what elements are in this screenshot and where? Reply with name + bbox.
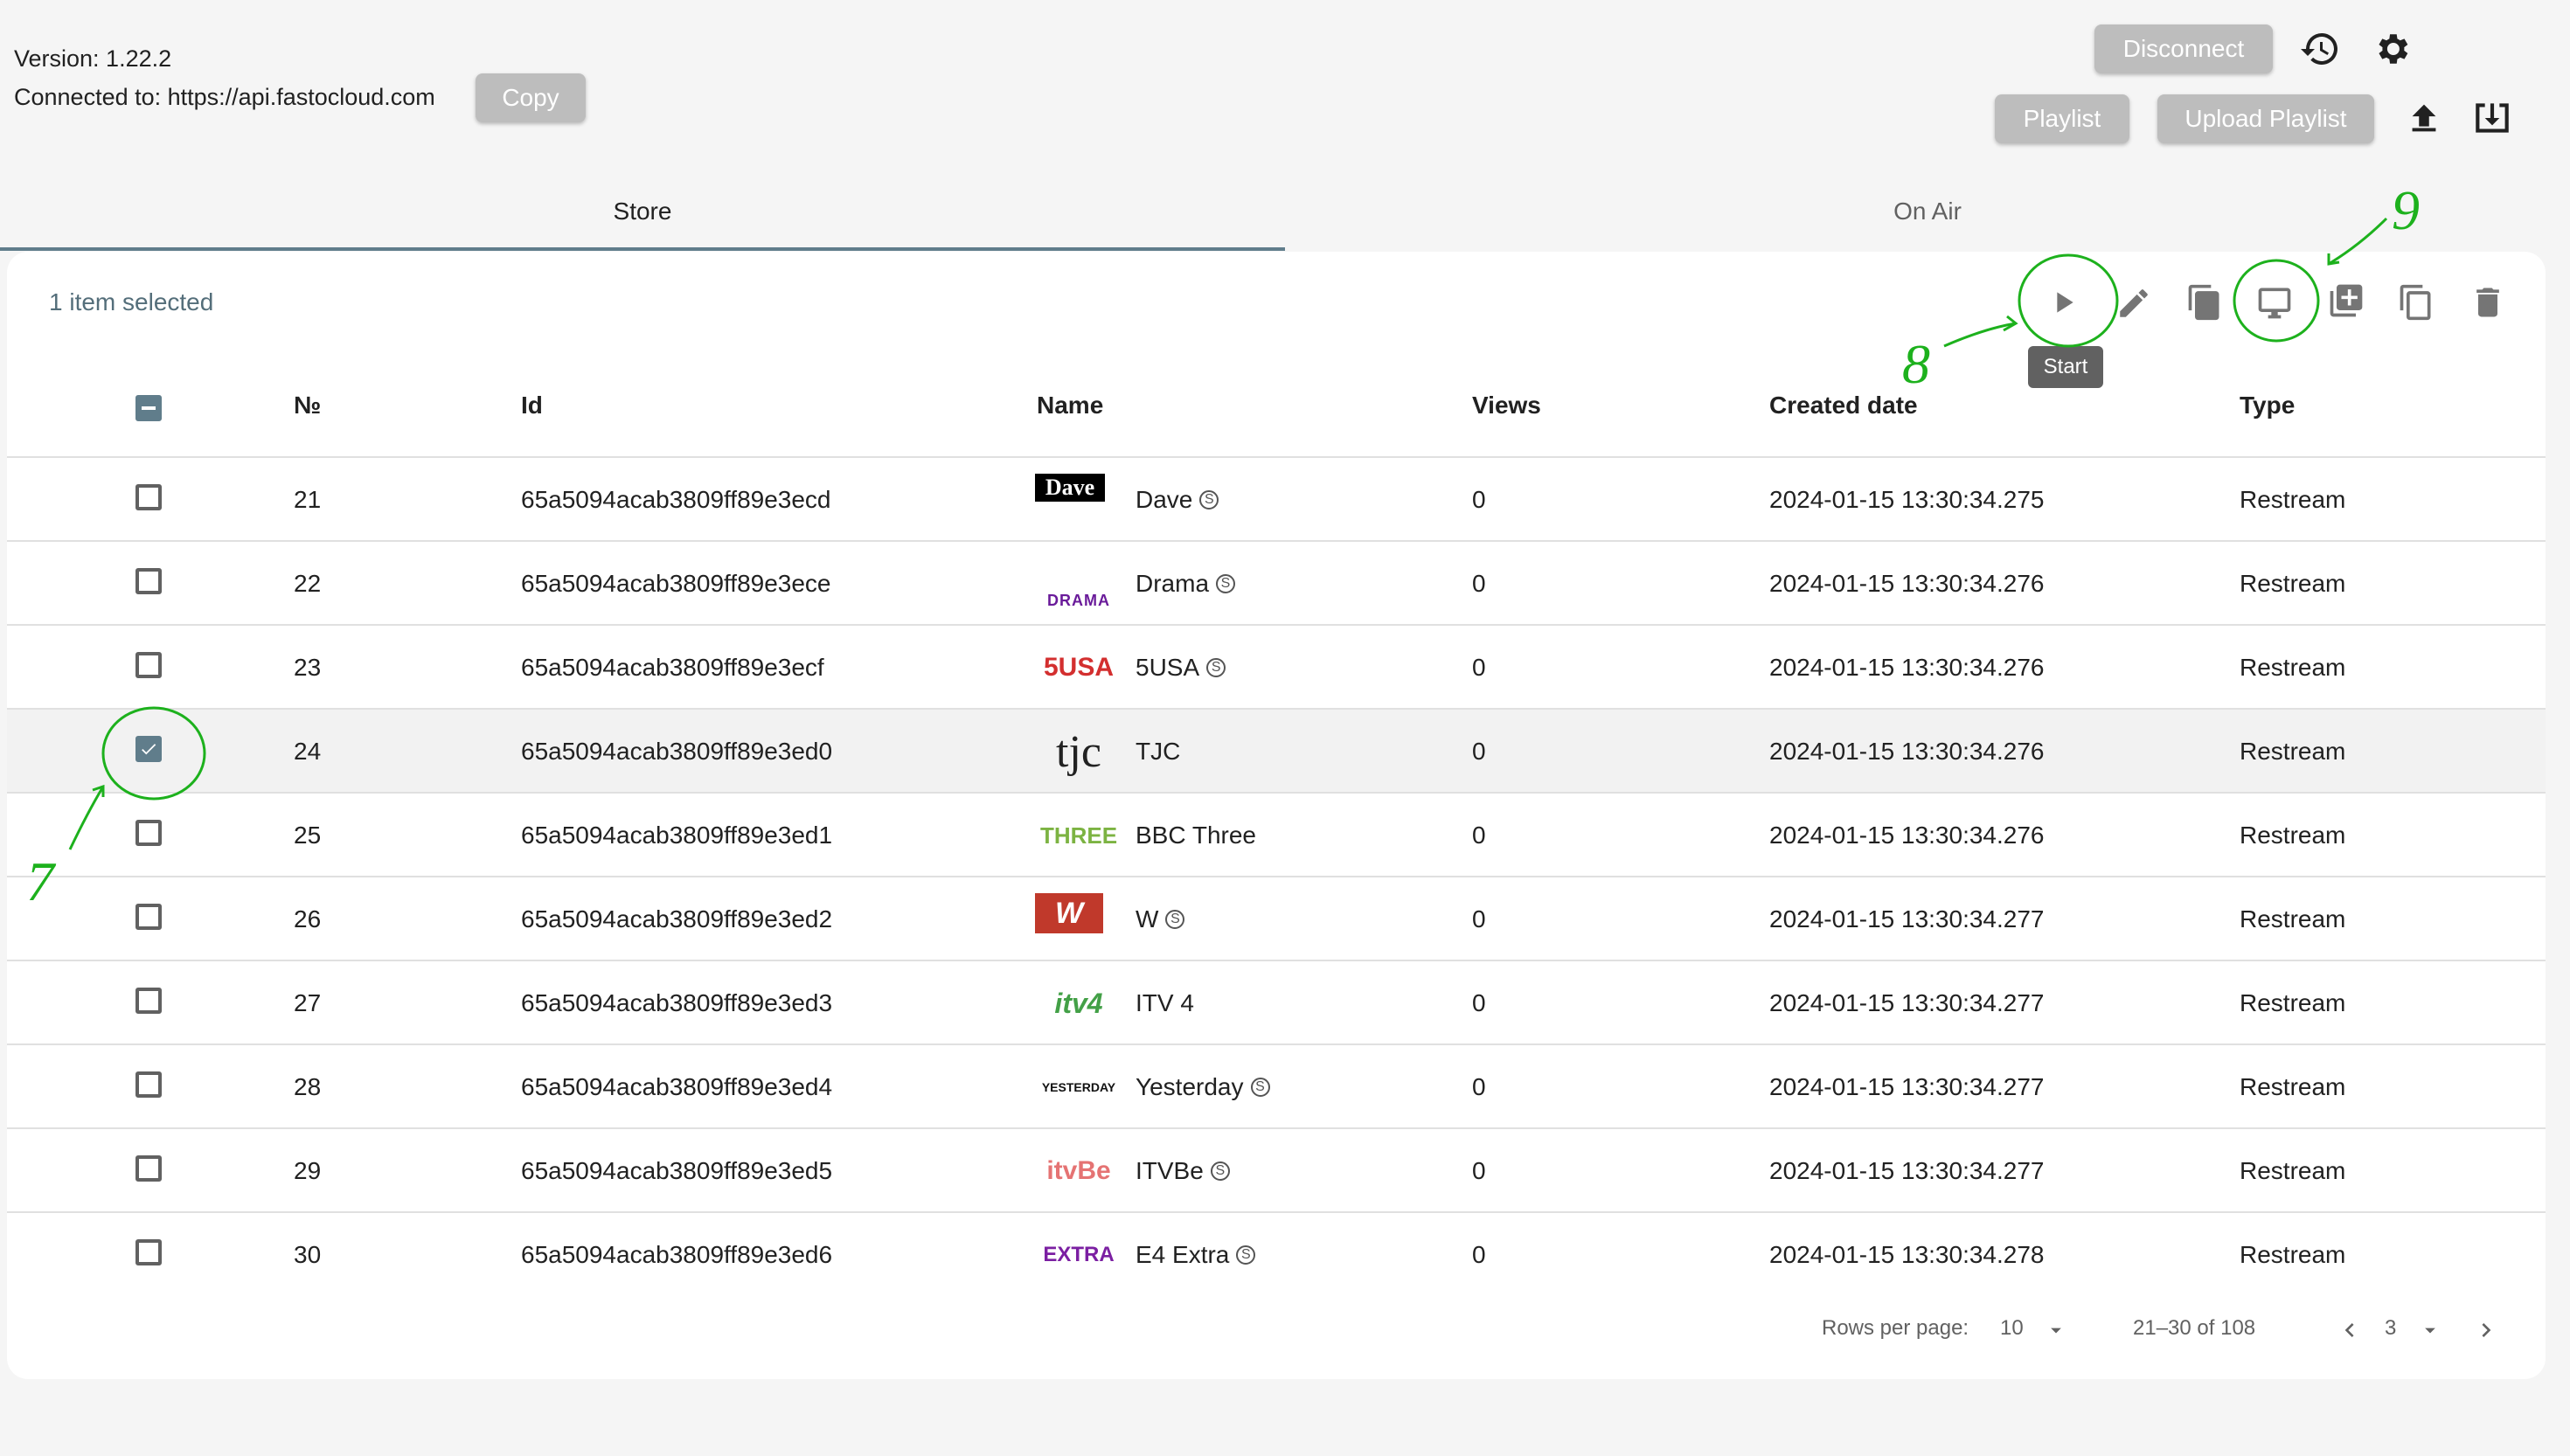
start-circle-annotation <box>2018 253 2119 348</box>
arrow-7-annotation <box>68 786 105 850</box>
monitor-circle-annotation <box>2233 259 2320 343</box>
annotation-label-7: 7 <box>26 850 57 912</box>
arrow-9-annotation <box>2328 217 2388 266</box>
arrow-8-annotation <box>1943 322 2017 348</box>
annotation-overlay: 8 9 7 <box>26 179 2420 912</box>
annotation-label-9: 9 <box>2392 179 2420 241</box>
app-root: { "header": { "version": "Version: 1.22.… <box>0 0 2570 1456</box>
annotation-label-8: 8 <box>1902 333 1930 395</box>
checkbox-circle-annotation <box>101 706 206 801</box>
